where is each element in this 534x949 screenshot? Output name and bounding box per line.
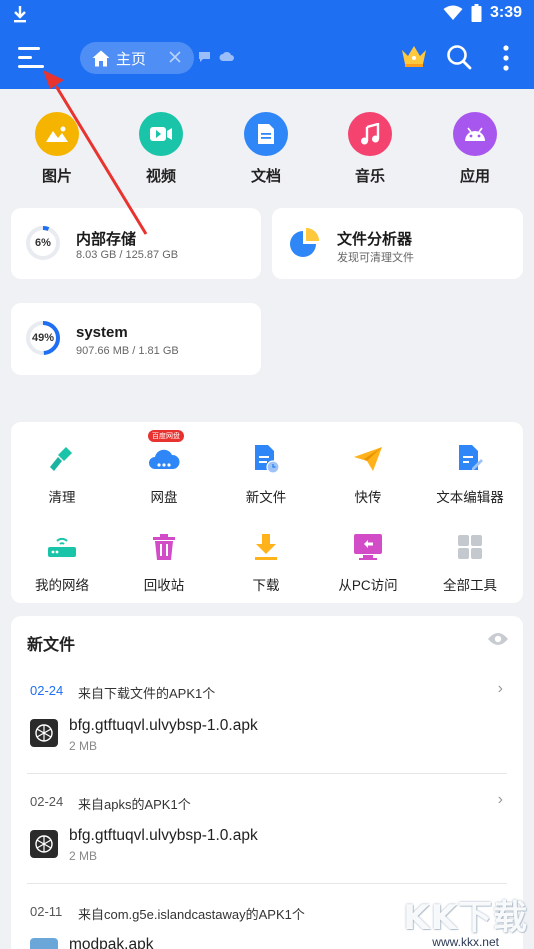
tool-access-from-pc[interactable]: 从PC访问 — [317, 530, 419, 594]
wifi-icon — [443, 5, 463, 20]
category-label: 视频 — [145, 168, 176, 185]
image-icon — [35, 112, 79, 156]
internal-storage-title: 内部存储 — [76, 231, 137, 248]
file-name[interactable]: bfg.gtftuqvl.ulvybsp-1.0.apk — [69, 827, 258, 845]
close-tab-icon[interactable] — [168, 50, 182, 64]
battery-icon — [471, 4, 482, 22]
search-icon[interactable] — [446, 44, 472, 70]
app-header: 3:39 主页 — [0, 0, 534, 89]
tool-label: 全部工具 — [443, 578, 497, 593]
system-storage-percent: 49% — [31, 332, 55, 344]
apk-file-icon — [30, 830, 58, 858]
apk-file-icon — [30, 719, 58, 747]
tab-chips — [198, 51, 234, 63]
system-storage-usage: 907.66 MB / 1.81 GB — [76, 345, 179, 357]
internal-storage-card[interactable]: 6% 内部存储 8.03 GB / 125.87 GB — [11, 208, 261, 279]
pie-chart-icon — [290, 228, 319, 257]
status-time: 3:39 — [489, 4, 522, 21]
status-bar: 3:39 — [0, 0, 534, 30]
cloud-icon[interactable] — [219, 51, 234, 62]
divider — [27, 883, 507, 884]
tool-label: 下载 — [252, 578, 280, 593]
tool-label: 新文件 — [245, 490, 287, 505]
tool-quick-send[interactable]: 快传 — [317, 442, 419, 506]
internal-storage-usage: 8.03 GB / 125.87 GB — [76, 249, 179, 261]
file-analyzer-subtitle: 发现可清理文件 — [337, 252, 414, 264]
router-icon — [45, 530, 79, 564]
video-icon — [139, 112, 183, 156]
file-size: 2 MB — [69, 739, 98, 753]
cloud-drive-icon — [147, 442, 181, 476]
chevron-right-icon[interactable]: › — [498, 680, 503, 698]
tool-download[interactable]: 下载 — [215, 530, 317, 594]
group-source[interactable]: 来自下载文件的APK1个 — [78, 683, 215, 702]
music-icon — [348, 112, 392, 156]
tool-all-tools[interactable]: 全部工具 — [419, 530, 521, 594]
group-date: 02-24 — [30, 683, 64, 698]
file-size: 2 MB — [69, 849, 98, 863]
file-name[interactable]: bfg.gtftuqvl.ulvybsp-1.0.apk — [69, 717, 258, 735]
category-music[interactable]: 音乐 — [330, 112, 410, 186]
tool-label: 文本编辑器 — [436, 490, 504, 505]
new-file-icon — [249, 442, 283, 476]
tool-label: 快传 — [354, 490, 382, 505]
new-files-title: 新文件 — [27, 637, 76, 654]
category-label: 音乐 — [354, 168, 385, 185]
file-analyzer-card[interactable]: 文件分析器 发现可清理文件 — [272, 208, 523, 279]
apk-file-icon — [30, 938, 58, 949]
system-storage-title: system — [76, 324, 128, 341]
tool-label: 网盘 — [150, 490, 178, 505]
group-date: 02-11 — [30, 904, 63, 919]
tool-label: 清理 — [48, 490, 76, 505]
eye-icon[interactable] — [487, 632, 509, 646]
file-analyzer-title: 文件分析器 — [337, 231, 413, 248]
trash-icon — [147, 530, 181, 564]
group-source[interactable]: 来自apks的APK1个 — [78, 794, 191, 813]
tool-my-network[interactable]: 我的网络 — [11, 530, 113, 594]
divider — [27, 773, 507, 774]
category-label: 图片 — [41, 168, 72, 185]
category-videos[interactable]: 视频 — [121, 112, 201, 186]
system-storage-card[interactable]: 49% system 907.66 MB / 1.81 GB — [11, 303, 261, 375]
tool-label: 回收站 — [143, 578, 185, 593]
tab-home[interactable]: 主页 — [80, 42, 194, 74]
paper-plane-icon — [351, 442, 385, 476]
internal-storage-percent: 6% — [35, 237, 51, 249]
more-options-icon[interactable] — [502, 45, 510, 71]
category-label: 应用 — [459, 168, 490, 185]
category-documents[interactable]: 文档 — [226, 112, 306, 186]
message-icon[interactable] — [198, 51, 211, 63]
chevron-right-icon[interactable]: › — [498, 791, 503, 809]
grid-icon — [453, 530, 487, 564]
group-source[interactable]: 来自com.g5e.islandcastaway的APK1个 — [78, 904, 305, 923]
home-icon — [92, 50, 110, 66]
category-row: 图片 视频 文档 音乐 应用 — [0, 112, 534, 187]
download-icon — [249, 530, 283, 564]
watermark: KK下载 www.kkx.net — [403, 890, 528, 949]
file-name[interactable]: modpak.apk — [69, 936, 153, 949]
tools-grid: 百度网盘 清理 网盘 新文件 快传 文本编辑器 我的网络 回收站 下载 从PC访… — [11, 422, 523, 603]
document-icon — [244, 112, 288, 156]
tool-cloud-drive[interactable]: 网盘 — [113, 442, 215, 506]
cloud-drive-badge: 百度网盘 — [148, 430, 184, 442]
tool-label: 我的网络 — [35, 578, 89, 593]
category-apps[interactable]: 应用 — [435, 112, 515, 186]
watermark-logo: KK下载 — [403, 898, 528, 938]
tool-clean[interactable]: 清理 — [11, 442, 113, 506]
android-icon — [453, 112, 497, 156]
pc-access-icon — [351, 530, 385, 564]
tab-home-label: 主页 — [116, 50, 147, 68]
download-notification-icon — [14, 6, 26, 23]
tool-label: 从PC访问 — [338, 578, 398, 593]
group-date: 02-24 — [30, 794, 64, 809]
tool-recycle-bin[interactable]: 回收站 — [113, 530, 215, 594]
tool-text-editor[interactable]: 文本编辑器 — [419, 442, 521, 506]
broom-icon — [45, 442, 79, 476]
category-label: 文档 — [250, 168, 281, 185]
crown-icon[interactable] — [401, 44, 427, 68]
menu-button[interactable] — [18, 47, 44, 69]
tool-new-files[interactable]: 新文件 — [215, 442, 317, 506]
category-images[interactable]: 图片 — [17, 112, 97, 186]
text-editor-icon — [453, 442, 487, 476]
